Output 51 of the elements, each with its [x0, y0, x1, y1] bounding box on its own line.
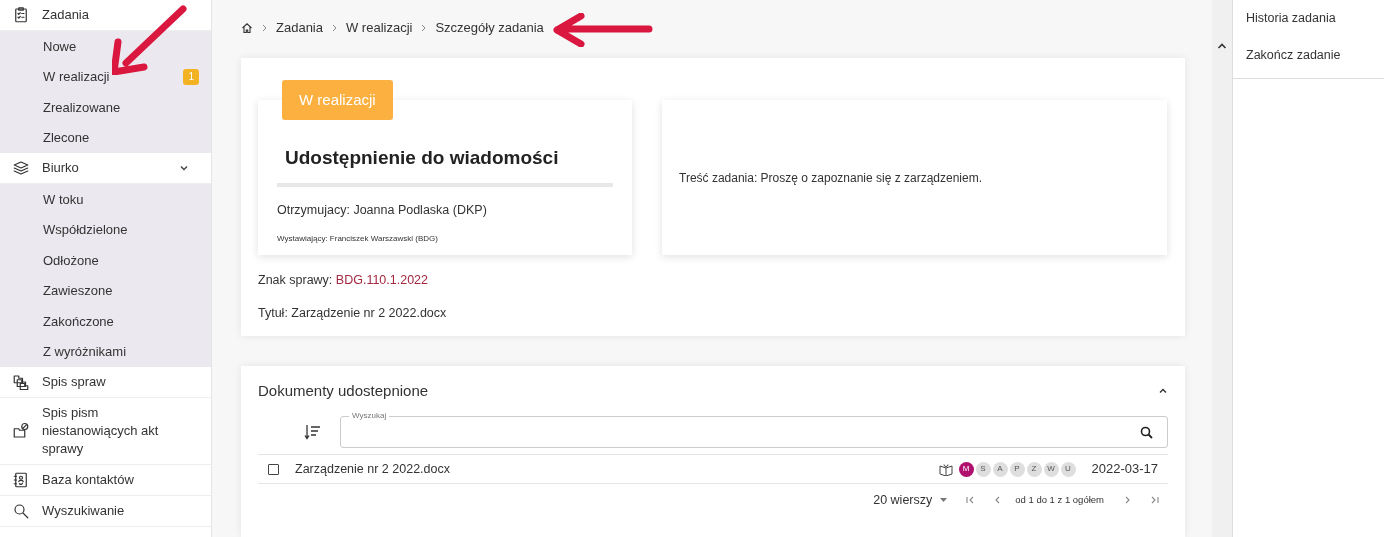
- scroll-up-icon[interactable]: [1217, 42, 1227, 50]
- sidebar-subitem[interactable]: Nowe: [0, 31, 211, 62]
- first-page-icon[interactable]: [965, 495, 976, 505]
- recipient-text: Otrzymujacy: Joanna Podlaska (DKP): [277, 201, 488, 219]
- document-name: Zarządzenie nr 2 2022.docx: [295, 460, 451, 478]
- sidebar-subitem[interactable]: Współdzielone: [0, 214, 211, 245]
- search-icon[interactable]: [1140, 425, 1153, 439]
- sort-icon[interactable]: [303, 422, 323, 442]
- task-content: Treść zadania: Proszę o zapoznanie się z zarządzeniem.: [679, 169, 983, 187]
- sidebar-subitem[interactable]: Zakończone: [0, 306, 211, 337]
- document-title-text: Tytuł: Zarządzenie nr 2 2022.docx: [258, 304, 448, 322]
- last-page-icon[interactable]: [1150, 495, 1160, 505]
- status-badge: W realizacji: [282, 80, 393, 120]
- clipboard-icon: [12, 6, 30, 24]
- contact-book-icon: [12, 471, 30, 489]
- caret-icon: [940, 498, 948, 502]
- sidebar-subitem[interactable]: W toku: [0, 184, 211, 215]
- case-number-link[interactable]: BDG.110.1.2022: [335, 273, 429, 287]
- sidebar-subitem[interactable]: Z wyróżnikami: [0, 336, 211, 367]
- breadcrumb-link[interactable]: W realizacji: [346, 18, 413, 38]
- action-link[interactable]: Zakończ zadanie: [1233, 37, 1384, 74]
- folders-icon: [12, 373, 30, 391]
- document-row[interactable]: Zarządzenie nr 2 2022.docx M S A P Z W U 2022-03-17: [258, 454, 1168, 484]
- task-title: Udostępnienie do wiadomości: [284, 146, 560, 170]
- document-date: 2022-03-17: [1091, 460, 1158, 479]
- scrollbar[interactable]: [1212, 0, 1232, 537]
- chevron-right-icon: [332, 24, 337, 32]
- chevron-right-icon: [421, 24, 427, 32]
- action-link[interactable]: Historia zadania: [1233, 0, 1384, 37]
- field-label: Wyszukaj: [349, 410, 390, 422]
- search-icon: [12, 502, 30, 520]
- home-icon[interactable]: [241, 22, 253, 34]
- checkbox[interactable]: [268, 463, 279, 475]
- page-range: od 1 do 1 z 1 ogółem: [1015, 492, 1104, 507]
- case-number-text: Znak sprawy: BDG.110.1.2022: [258, 272, 430, 289]
- issuer-text: Wystawiający: Franciszek Warszawski (BDG): [277, 233, 439, 246]
- sidebar-subitem[interactable]: Zlecone: [0, 122, 211, 153]
- book-icon: [938, 462, 953, 476]
- panel-title: Dokumenty udostepnione: [258, 380, 430, 401]
- sidebar-subitem[interactable]: Odłożone: [0, 245, 211, 276]
- rows-per-page-select[interactable]: 20 wierszy: [873, 490, 948, 510]
- sidebar-subitem[interactable]: Zawieszone: [0, 275, 211, 306]
- layers-icon: [12, 159, 30, 177]
- sidebar-subitem[interactable]: Zrealizowane: [0, 92, 211, 123]
- count-badge: 1: [183, 68, 199, 85]
- breadcrumb-link[interactable]: Zadania: [276, 18, 323, 38]
- collapse-icon[interactable]: [1158, 386, 1168, 396]
- folder-blocked-icon: [12, 422, 30, 440]
- chevron-right-icon: [262, 24, 267, 32]
- chevron-icon: [179, 163, 189, 173]
- sidebar-subitem[interactable]: W realizacji 1: [0, 61, 211, 92]
